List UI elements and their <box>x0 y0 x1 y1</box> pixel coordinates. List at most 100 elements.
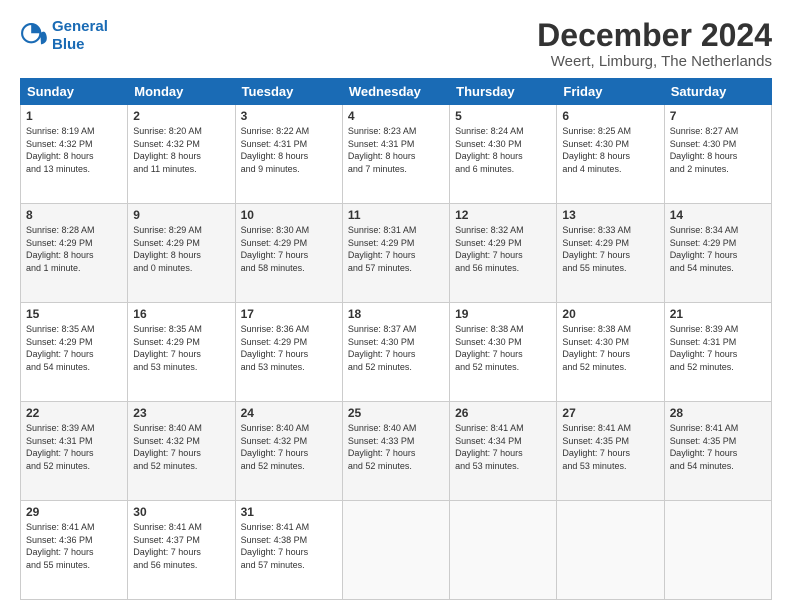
day-number: 13 <box>562 208 658 222</box>
day-info: Sunrise: 8:19 AM Sunset: 4:32 PM Dayligh… <box>26 125 122 175</box>
subtitle: Weert, Limburg, The Netherlands <box>537 53 772 70</box>
day-number: 31 <box>241 505 337 519</box>
day-number: 8 <box>26 208 122 222</box>
day-info: Sunrise: 8:25 AM Sunset: 4:30 PM Dayligh… <box>562 125 658 175</box>
calendar-cell: 11 Sunrise: 8:31 AM Sunset: 4:29 PM Dayli… <box>342 204 449 303</box>
calendar-cell: 19 Sunrise: 8:38 AM Sunset: 4:30 PM Dayli… <box>450 303 557 402</box>
calendar-cell <box>557 501 664 600</box>
day-info: Sunrise: 8:41 AM Sunset: 4:38 PM Dayligh… <box>241 521 337 571</box>
col-sunday: Sunday <box>21 79 128 105</box>
day-info: Sunrise: 8:36 AM Sunset: 4:29 PM Dayligh… <box>241 323 337 373</box>
day-number: 12 <box>455 208 551 222</box>
day-info: Sunrise: 8:31 AM Sunset: 4:29 PM Dayligh… <box>348 224 444 274</box>
day-info: Sunrise: 8:34 AM Sunset: 4:29 PM Dayligh… <box>670 224 766 274</box>
day-info: Sunrise: 8:27 AM Sunset: 4:30 PM Dayligh… <box>670 125 766 175</box>
day-info: Sunrise: 8:28 AM Sunset: 4:29 PM Dayligh… <box>26 224 122 274</box>
day-number: 5 <box>455 109 551 123</box>
calendar-cell: 6 Sunrise: 8:25 AM Sunset: 4:30 PM Daylig… <box>557 105 664 204</box>
day-number: 24 <box>241 406 337 420</box>
day-number: 16 <box>133 307 229 321</box>
calendar-cell: 25 Sunrise: 8:40 AM Sunset: 4:33 PM Dayli… <box>342 402 449 501</box>
calendar-cell: 1Sunrise: 8:19 AM Sunset: 4:32 PM Daylig… <box>21 105 128 204</box>
day-number: 23 <box>133 406 229 420</box>
calendar-cell: 2 Sunrise: 8:20 AM Sunset: 4:32 PM Daylig… <box>128 105 235 204</box>
day-info: Sunrise: 8:35 AM Sunset: 4:29 PM Dayligh… <box>133 323 229 373</box>
day-number: 28 <box>670 406 766 420</box>
day-info: Sunrise: 8:20 AM Sunset: 4:32 PM Dayligh… <box>133 125 229 175</box>
calendar-cell <box>664 501 771 600</box>
calendar-cell: 13 Sunrise: 8:33 AM Sunset: 4:29 PM Dayli… <box>557 204 664 303</box>
day-info: Sunrise: 8:41 AM Sunset: 4:37 PM Dayligh… <box>133 521 229 571</box>
day-info: Sunrise: 8:35 AM Sunset: 4:29 PM Dayligh… <box>26 323 122 373</box>
day-info: Sunrise: 8:39 AM Sunset: 4:31 PM Dayligh… <box>670 323 766 373</box>
calendar-header-row: Sunday Monday Tuesday Wednesday Thursday… <box>21 79 772 105</box>
day-number: 17 <box>241 307 337 321</box>
day-info: Sunrise: 8:38 AM Sunset: 4:30 PM Dayligh… <box>562 323 658 373</box>
title-block: December 2024 Weert, Limburg, The Nether… <box>537 18 772 70</box>
col-thursday: Thursday <box>450 79 557 105</box>
day-number: 14 <box>670 208 766 222</box>
day-info: Sunrise: 8:32 AM Sunset: 4:29 PM Dayligh… <box>455 224 551 274</box>
day-info: Sunrise: 8:41 AM Sunset: 4:35 PM Dayligh… <box>562 422 658 472</box>
day-number: 27 <box>562 406 658 420</box>
logo-line2: Blue <box>52 36 85 53</box>
calendar-cell <box>342 501 449 600</box>
calendar-cell: 10 Sunrise: 8:30 AM Sunset: 4:29 PM Dayli… <box>235 204 342 303</box>
logo-icon <box>20 22 48 50</box>
day-info: Sunrise: 8:33 AM Sunset: 4:29 PM Dayligh… <box>562 224 658 274</box>
calendar-cell: 5Sunrise: 8:24 AM Sunset: 4:30 PM Daylig… <box>450 105 557 204</box>
day-info: Sunrise: 8:41 AM Sunset: 4:36 PM Dayligh… <box>26 521 122 571</box>
col-monday: Monday <box>128 79 235 105</box>
day-info: Sunrise: 8:40 AM Sunset: 4:33 PM Dayligh… <box>348 422 444 472</box>
logo-line1: General <box>52 18 108 35</box>
calendar-cell: 18 Sunrise: 8:37 AM Sunset: 4:30 PM Dayli… <box>342 303 449 402</box>
calendar-cell: 9Sunrise: 8:29 AM Sunset: 4:29 PM Daylig… <box>128 204 235 303</box>
calendar-cell: 17 Sunrise: 8:36 AM Sunset: 4:29 PM Dayli… <box>235 303 342 402</box>
day-number: 10 <box>241 208 337 222</box>
day-info: Sunrise: 8:41 AM Sunset: 4:34 PM Dayligh… <box>455 422 551 472</box>
day-info: Sunrise: 8:30 AM Sunset: 4:29 PM Dayligh… <box>241 224 337 274</box>
col-saturday: Saturday <box>664 79 771 105</box>
day-info: Sunrise: 8:40 AM Sunset: 4:32 PM Dayligh… <box>241 422 337 472</box>
col-wednesday: Wednesday <box>342 79 449 105</box>
logo-text: General Blue <box>52 18 108 54</box>
calendar-cell: 14 Sunrise: 8:34 AM Sunset: 4:29 PM Dayli… <box>664 204 771 303</box>
calendar-cell: 29 Sunrise: 8:41 AM Sunset: 4:36 PM Dayli… <box>21 501 128 600</box>
calendar-week-3: 15Sunrise: 8:35 AM Sunset: 4:29 PM Dayli… <box>21 303 772 402</box>
day-number: 11 <box>348 208 444 222</box>
calendar-cell: 28Sunrise: 8:41 AM Sunset: 4:35 PM Dayli… <box>664 402 771 501</box>
day-info: Sunrise: 8:38 AM Sunset: 4:30 PM Dayligh… <box>455 323 551 373</box>
day-number: 18 <box>348 307 444 321</box>
day-number: 21 <box>670 307 766 321</box>
calendar-cell: 23 Sunrise: 8:40 AM Sunset: 4:32 PM Dayli… <box>128 402 235 501</box>
logo: General Blue <box>20 18 108 54</box>
calendar-cell: 22Sunrise: 8:39 AM Sunset: 4:31 PM Dayli… <box>21 402 128 501</box>
calendar-week-1: 1Sunrise: 8:19 AM Sunset: 4:32 PM Daylig… <box>21 105 772 204</box>
day-number: 2 <box>133 109 229 123</box>
day-info: Sunrise: 8:39 AM Sunset: 4:31 PM Dayligh… <box>26 422 122 472</box>
day-number: 7 <box>670 109 766 123</box>
day-number: 25 <box>348 406 444 420</box>
page: General Blue December 2024 Weert, Limbur… <box>0 0 792 612</box>
calendar-week-5: 29 Sunrise: 8:41 AM Sunset: 4:36 PM Dayli… <box>21 501 772 600</box>
day-info: Sunrise: 8:37 AM Sunset: 4:30 PM Dayligh… <box>348 323 444 373</box>
calendar-cell: 16 Sunrise: 8:35 AM Sunset: 4:29 PM Dayli… <box>128 303 235 402</box>
day-number: 6 <box>562 109 658 123</box>
calendar-week-2: 8 Sunrise: 8:28 AM Sunset: 4:29 PM Daylig… <box>21 204 772 303</box>
calendar-cell: 3Sunrise: 8:22 AM Sunset: 4:31 PM Daylig… <box>235 105 342 204</box>
day-info: Sunrise: 8:40 AM Sunset: 4:32 PM Dayligh… <box>133 422 229 472</box>
calendar-table: Sunday Monday Tuesday Wednesday Thursday… <box>20 78 772 600</box>
day-number: 19 <box>455 307 551 321</box>
calendar-cell: 12 Sunrise: 8:32 AM Sunset: 4:29 PM Dayli… <box>450 204 557 303</box>
day-number: 9 <box>133 208 229 222</box>
calendar-cell: 20 Sunrise: 8:38 AM Sunset: 4:30 PM Dayli… <box>557 303 664 402</box>
day-number: 20 <box>562 307 658 321</box>
col-tuesday: Tuesday <box>235 79 342 105</box>
day-number: 29 <box>26 505 122 519</box>
calendar-cell: 31 Sunrise: 8:41 AM Sunset: 4:38 PM Dayli… <box>235 501 342 600</box>
calendar-cell: 27 Sunrise: 8:41 AM Sunset: 4:35 PM Dayli… <box>557 402 664 501</box>
calendar-cell <box>450 501 557 600</box>
calendar-cell: 4Sunrise: 8:23 AM Sunset: 4:31 PM Daylig… <box>342 105 449 204</box>
day-number: 26 <box>455 406 551 420</box>
day-number: 3 <box>241 109 337 123</box>
